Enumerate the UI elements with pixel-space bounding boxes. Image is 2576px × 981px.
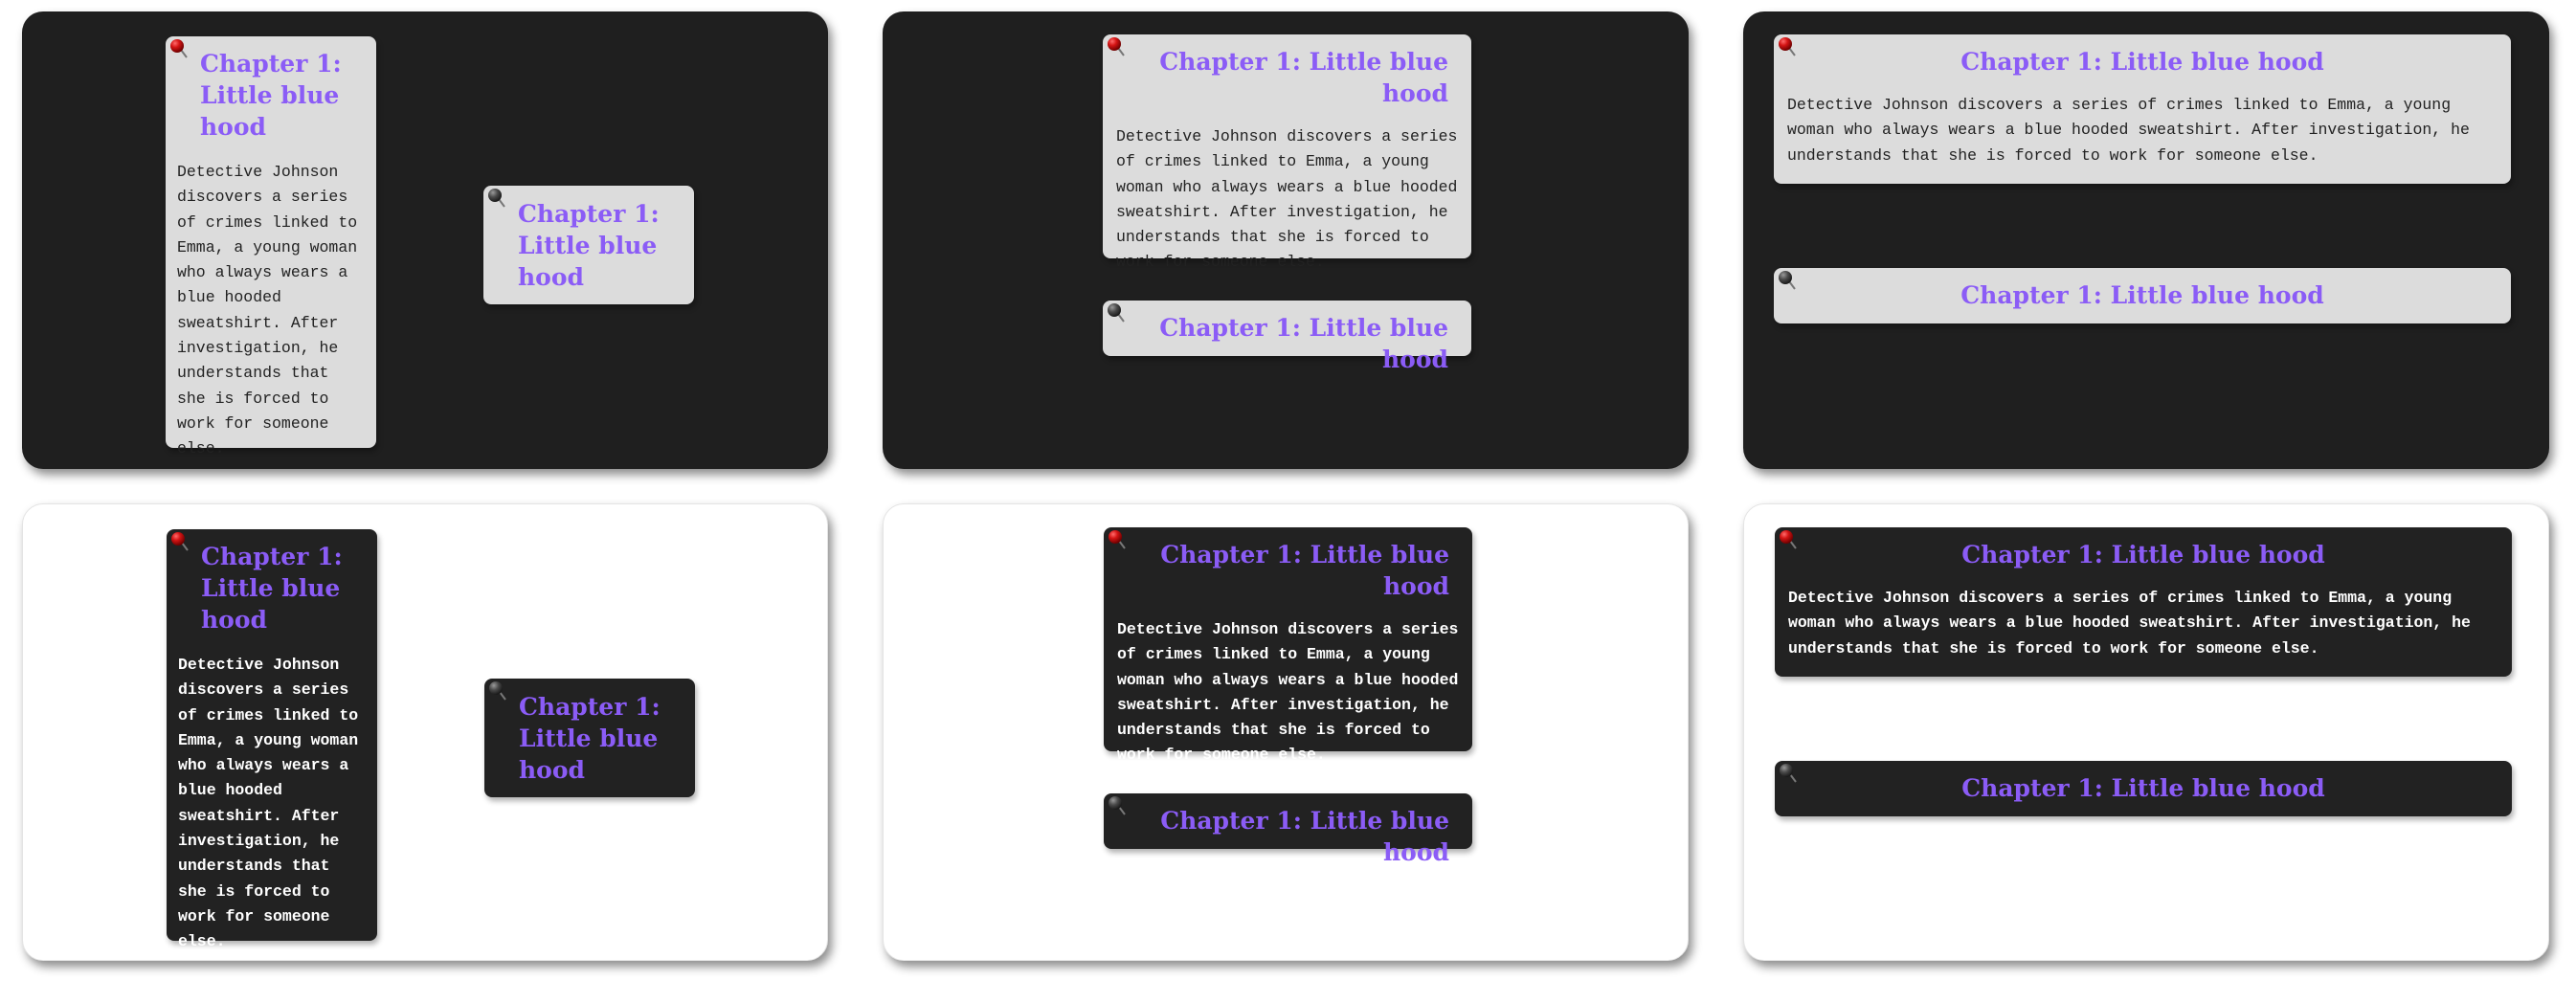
card-description: Detective Johnson discovers a series of … xyxy=(178,656,359,951)
card-description: Detective Johnson discovers a series of … xyxy=(1116,127,1458,272)
preview-light-narrow: Chapter 1: Little blue hood Detective Jo… xyxy=(22,503,828,961)
card-title: Chapter 1: Little blue hood xyxy=(1961,774,2325,802)
card-title: Chapter 1: Little blue hood xyxy=(519,693,661,784)
story-card-collapsed[interactable]: Chapter 1: Little blue hood xyxy=(484,679,695,797)
card-title: Chapter 1: Little blue hood xyxy=(1960,281,2324,309)
card-title: Chapter 1: Little blue hood xyxy=(1160,807,1449,866)
card-title: Chapter 1: Little blue hood xyxy=(1159,48,1448,107)
card-description: Detective Johnson discovers a series of … xyxy=(1117,620,1459,765)
card-title: Chapter 1: Little blue hood xyxy=(1159,314,1448,373)
card-title: Chapter 1: Little blue hood xyxy=(201,543,343,634)
preview-dark-narrow: Chapter 1: Little blue hood Detective Jo… xyxy=(22,11,828,469)
story-card-expanded[interactable]: Chapter 1: Little blue hood Detective Jo… xyxy=(167,529,377,950)
story-card-expanded[interactable]: Chapter 1: Little blue hood Detective Jo… xyxy=(1103,34,1471,271)
card-title: Chapter 1: Little blue hood xyxy=(518,200,660,291)
card-title: Chapter 1: Little blue hood xyxy=(1961,541,2325,569)
story-card-collapsed[interactable]: Chapter 1: Little blue hood xyxy=(1103,301,1471,373)
preview-light-medium: Chapter 1: Little blue hood Detective Jo… xyxy=(883,503,1689,961)
card-title: Chapter 1: Little blue hood xyxy=(200,50,342,141)
preview-light-wide: Chapter 1: Little blue hood Detective Jo… xyxy=(1743,503,2549,961)
card-title: Chapter 1: Little blue hood xyxy=(1960,48,2324,76)
story-card-expanded[interactable]: Chapter 1: Little blue hood Detective Jo… xyxy=(1104,527,1472,764)
story-card-collapsed[interactable]: Chapter 1: Little blue hood xyxy=(1774,268,2511,323)
story-card-collapsed[interactable]: Chapter 1: Little blue hood xyxy=(483,186,694,304)
story-card-collapsed[interactable]: Chapter 1: Little blue hood xyxy=(1104,793,1472,866)
story-card-expanded[interactable]: Chapter 1: Little blue hood Detective Jo… xyxy=(1775,527,2512,677)
story-card-expanded[interactable]: Chapter 1: Little blue hood Detective Jo… xyxy=(1774,34,2511,184)
card-description: Detective Johnson discovers a series of … xyxy=(177,163,358,458)
story-card-collapsed[interactable]: Chapter 1: Little blue hood xyxy=(1775,761,2512,816)
story-card-expanded[interactable]: Chapter 1: Little blue hood Detective Jo… xyxy=(166,36,376,457)
card-title: Chapter 1: Little blue hood xyxy=(1160,541,1449,600)
card-description: Detective Johnson discovers a series of … xyxy=(1788,589,2471,658)
card-description: Detective Johnson discovers a series of … xyxy=(1787,96,2470,165)
preview-dark-wide: Chapter 1: Little blue hood Detective Jo… xyxy=(1743,11,2549,469)
preview-dark-medium: Chapter 1: Little blue hood Detective Jo… xyxy=(883,11,1689,469)
